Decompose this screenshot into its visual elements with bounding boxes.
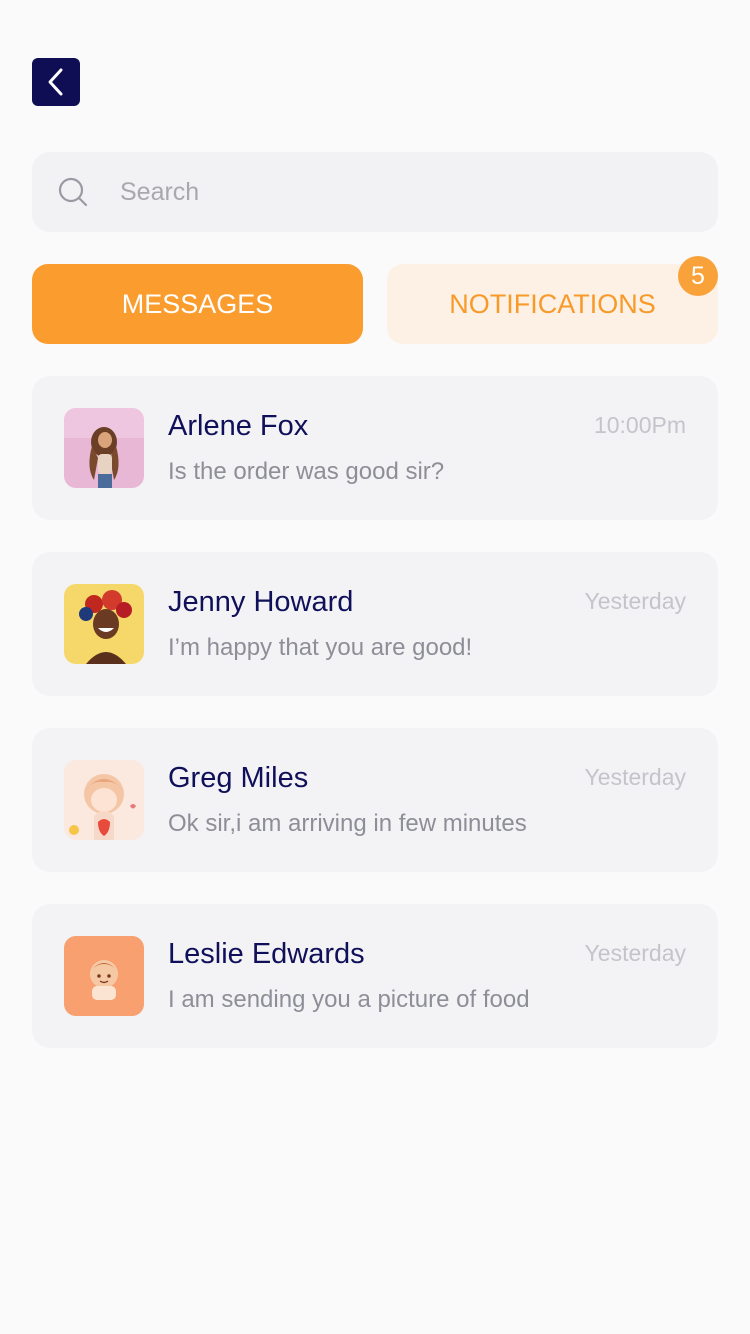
message-time: 10:00Pm bbox=[593, 412, 686, 438]
message-item[interactable]: Leslie Edwards I am sending you a pictur… bbox=[32, 904, 718, 1048]
message-item[interactable]: Greg Miles Ok sir,i am arriving in few m… bbox=[32, 728, 718, 872]
avatar bbox=[64, 760, 144, 840]
contact-name: Jenny Howard bbox=[168, 586, 354, 618]
chevron-left-icon bbox=[48, 68, 63, 96]
message-preview: Is the order was good sir? bbox=[168, 458, 445, 485]
contact-name: Leslie Edwards bbox=[168, 938, 365, 970]
search-input[interactable] bbox=[120, 172, 680, 212]
tab-notifications[interactable]: NOTIFICATIONS bbox=[387, 264, 718, 344]
tab-messages[interactable]: MESSAGES bbox=[32, 264, 363, 344]
search-bar[interactable] bbox=[32, 152, 718, 232]
message-item[interactable]: Jenny Howard I’m happy that you are good… bbox=[32, 552, 718, 696]
avatar bbox=[64, 408, 144, 488]
contact-name: Greg Miles bbox=[168, 762, 309, 794]
notifications-count-badge: 5 bbox=[678, 256, 718, 296]
message-time: Yesterday bbox=[584, 940, 686, 966]
back-button[interactable] bbox=[32, 58, 80, 106]
message-time: Yesterday bbox=[584, 588, 686, 614]
message-preview: I am sending you a picture of food bbox=[168, 986, 530, 1013]
message-preview: Ok sir,i am arriving in few minutes bbox=[168, 810, 527, 837]
contact-name: Arlene Fox bbox=[168, 410, 309, 442]
avatar bbox=[64, 936, 144, 1016]
search-icon bbox=[58, 177, 88, 207]
message-preview: I’m happy that you are good! bbox=[168, 634, 473, 661]
avatar bbox=[64, 584, 144, 664]
message-time: Yesterday bbox=[584, 764, 686, 790]
message-item[interactable]: Arlene Fox Is the order was good sir? 10… bbox=[32, 376, 718, 520]
